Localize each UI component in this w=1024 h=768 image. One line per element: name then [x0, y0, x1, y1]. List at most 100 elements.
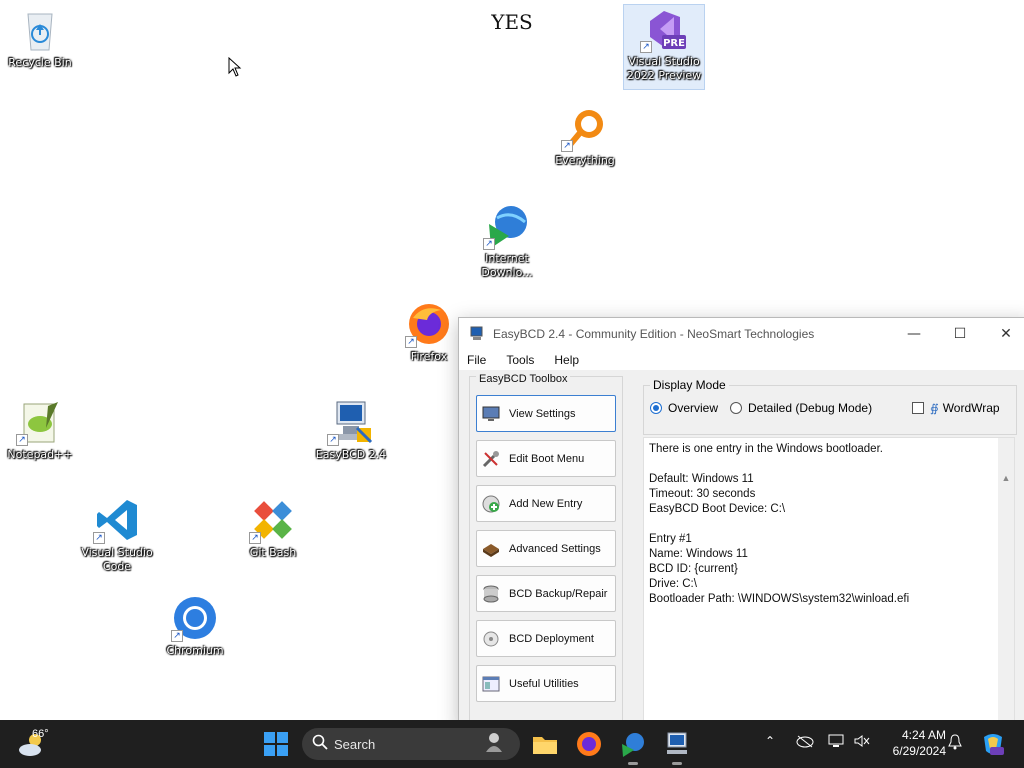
desktop-icon-chromium[interactable]: ↗ Chromium: [155, 594, 235, 658]
bcd-backup-repair-label: BCD Backup/Repair: [509, 587, 608, 600]
close-button[interactable]: ✕: [983, 318, 1024, 350]
output-line: Entry #1: [649, 533, 692, 545]
overview-radio[interactable]: Overview: [650, 401, 718, 415]
taskbar-search[interactable]: Search: [302, 728, 520, 760]
notepad-plus-plus-icon: ↗: [16, 398, 64, 446]
shortcut-arrow-icon: ↗: [171, 630, 183, 642]
easybcd-window[interactable]: EasyBCD 2.4 - Community Edition - NeoSma…: [458, 317, 1024, 738]
weather-widget[interactable]: 66°: [16, 728, 50, 760]
utilities-icon: [481, 674, 501, 694]
bootloader-output-textarea[interactable]: There is one entry in the Windows bootlo…: [643, 437, 1015, 727]
textarea-scrollbar[interactable]: ▲: [998, 438, 1014, 726]
bcd-deployment-button[interactable]: BCD Deployment: [476, 620, 616, 657]
desktop-icon-visual-studio-preview[interactable]: PRE ↗ Visual Studio 2022 Preview: [623, 4, 705, 90]
desktop-icon-label: Chromium: [166, 644, 224, 657]
bcd-deployment-label: BCD Deployment: [509, 632, 594, 645]
desktop-text-label: YES: [491, 10, 533, 34]
edit-boot-menu-label: Edit Boot Menu: [509, 452, 585, 465]
output-line: Bootloader Path: \WINDOWS\system32\winlo…: [649, 593, 910, 605]
copilot-icon[interactable]: [980, 731, 1006, 760]
advanced-settings-label: Advanced Settings: [509, 542, 601, 555]
advanced-settings-button[interactable]: Advanced Settings: [476, 530, 616, 567]
add-new-entry-button[interactable]: Add New Entry: [476, 485, 616, 522]
output-line: BCD ID: {current}: [649, 563, 738, 575]
minimize-button[interactable]: —: [891, 318, 937, 350]
taskbar-internet-download-manager[interactable]: [619, 730, 647, 765]
desktop-icon-label: EasyBCD 2.4: [315, 448, 387, 461]
desktop-icon-label: Visual Studio 2022 Preview: [626, 55, 702, 82]
display-monitor-icon[interactable]: [828, 734, 844, 751]
view-settings-button[interactable]: View Settings: [476, 395, 616, 432]
show-hidden-icons-chevron-icon[interactable]: ⌃: [765, 734, 775, 748]
advanced-settings-icon: [481, 539, 501, 559]
onedrive-cloud-icon[interactable]: [796, 734, 814, 751]
firefox-icon: [577, 732, 601, 756]
desktop-icon-label: Recycle Bin: [8, 56, 72, 69]
wordwrap-icon: ∯: [930, 402, 939, 415]
chromium-icon: ↗: [171, 594, 219, 642]
desktop-icon-recycle-bin[interactable]: Recycle Bin: [0, 6, 80, 70]
detailed-label: Detailed (Debug Mode): [748, 401, 873, 415]
taskbar-file-explorer[interactable]: [531, 730, 559, 758]
search-label: Search: [334, 736, 376, 752]
display-mode-group: Display Mode Overview Detailed (Debug Mo…: [643, 378, 1017, 435]
shortcut-arrow-icon: ↗: [249, 532, 261, 544]
easybcd-icon: [667, 732, 687, 754]
git-bash-icon: ↗: [249, 496, 297, 544]
search-icon: [312, 734, 328, 754]
radio-unselected-icon: [730, 402, 742, 414]
output-line: Name: Windows 11: [649, 548, 748, 560]
view-settings-label: View Settings: [509, 407, 576, 420]
taskbar-easybcd[interactable]: [663, 730, 691, 765]
menu-tools[interactable]: Tools: [506, 353, 534, 367]
display-mode-caption: Display Mode: [650, 378, 729, 392]
shortcut-arrow-icon: ↗: [16, 434, 28, 446]
taskbar: 66° Search ⌃ 4:24 AM 6/29/2024: [0, 720, 1024, 768]
desktop-icon-notepad-plus-plus[interactable]: ↗ Notepad++: [0, 398, 80, 462]
clock-date: 6/29/2024: [892, 744, 946, 758]
desktop-icon-label: Git Bash: [249, 546, 297, 559]
radio-selected-icon: [650, 402, 662, 414]
output-line: Timeout: 30 seconds: [649, 488, 756, 500]
clock-time: 4:24 AM: [901, 728, 946, 742]
shortcut-arrow-icon: ↗: [561, 140, 573, 152]
search-highlight-icon: [482, 730, 506, 758]
desktop-icon-label: Notepad++: [7, 448, 73, 461]
desktop-icon-easybcd[interactable]: ↗ EasyBCD 2.4: [311, 398, 391, 462]
desktop-icon-internet-download-manager[interactable]: ↗ Internet Downlo...: [467, 202, 547, 280]
volume-muted-icon[interactable]: [854, 734, 870, 751]
taskbar-firefox[interactable]: [575, 730, 603, 758]
desktop-icon-label: Visual Studio Code: [81, 546, 153, 573]
easybcd-icon: ↗: [327, 398, 375, 446]
desktop-icon-vscode[interactable]: ↗ Visual Studio Code: [77, 496, 157, 574]
taskbar-clock[interactable]: 4:24 AM 6/29/2024: [880, 727, 946, 759]
useful-utilities-label: Useful Utilities: [509, 677, 579, 690]
wordwrap-checkbox[interactable]: ∯ WordWrap: [912, 401, 1000, 415]
desktop-icon-everything[interactable]: ↗ Everything: [545, 104, 625, 168]
useful-utilities-button[interactable]: Useful Utilities: [476, 665, 616, 702]
internet-download-manager-icon: [622, 733, 644, 757]
scroll-up-icon[interactable]: ▲: [998, 471, 1014, 486]
menu-help[interactable]: Help: [554, 353, 579, 367]
start-button[interactable]: [264, 732, 288, 756]
shortcut-arrow-icon: ↗: [640, 41, 652, 53]
notifications-bell-icon[interactable]: [948, 734, 962, 753]
shortcut-arrow-icon: ↗: [483, 238, 495, 250]
visual-studio-preview-icon: PRE ↗: [640, 5, 688, 53]
menu-file[interactable]: File: [467, 353, 486, 367]
bcd-backup-repair-button[interactable]: BCD Backup/Repair: [476, 575, 616, 612]
desktop-icon-git-bash[interactable]: ↗ Git Bash: [233, 496, 313, 560]
easybcd-app-icon: [469, 326, 485, 342]
desktop-icon-firefox[interactable]: ↗ Firefox: [389, 300, 469, 364]
tools-icon: [481, 449, 501, 469]
recycle-bin-icon: [16, 6, 64, 54]
internet-download-manager-icon: ↗: [483, 202, 531, 250]
detailed-debug-radio[interactable]: Detailed (Debug Mode): [730, 401, 872, 415]
window-titlebar[interactable]: EasyBCD 2.4 - Community Edition - NeoSma…: [459, 318, 1024, 350]
wordwrap-label: WordWrap: [942, 401, 1000, 415]
firefox-icon: ↗: [405, 300, 453, 348]
maximize-button[interactable]: ☐: [937, 318, 983, 350]
edit-boot-menu-button[interactable]: Edit Boot Menu: [476, 440, 616, 477]
